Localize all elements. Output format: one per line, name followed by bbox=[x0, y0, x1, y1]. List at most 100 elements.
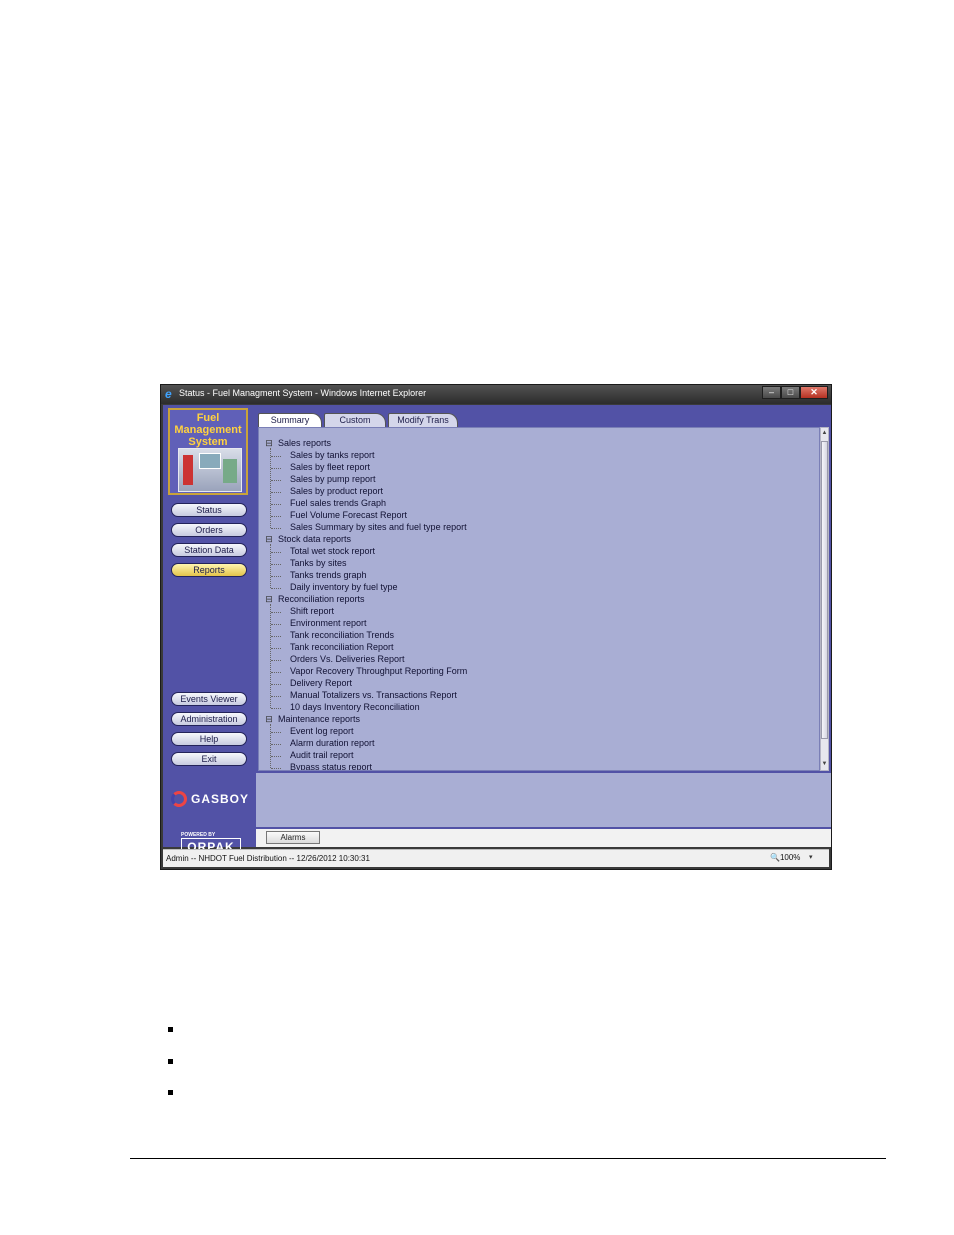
tree-branch-line bbox=[271, 516, 281, 517]
tree-connector-line bbox=[270, 724, 271, 768]
tree-report-item[interactable]: Tanks by sites bbox=[290, 558, 347, 569]
scroll-down-arrow-icon[interactable]: ▼ bbox=[821, 759, 828, 769]
screen-graphic bbox=[199, 453, 221, 469]
tree-report-item[interactable]: Manual Totalizers vs. Transactions Repor… bbox=[290, 690, 457, 701]
browser-window: e Status - Fuel Managment System - Windo… bbox=[160, 384, 832, 870]
bullet-marker bbox=[168, 1059, 173, 1064]
tree-report-item[interactable]: Alarm duration report bbox=[290, 738, 375, 749]
tree-branch-line bbox=[271, 504, 281, 505]
zoom-level[interactable]: 🔍100% bbox=[770, 853, 800, 862]
tree-report-item[interactable]: Environment report bbox=[290, 618, 367, 629]
tree-report-item[interactable]: Tank reconciliation Trends bbox=[290, 630, 394, 641]
events-viewer-button[interactable]: Events Viewer bbox=[171, 692, 247, 706]
collapse-toggle-icon[interactable]: ⊟ bbox=[265, 714, 273, 725]
logo-line-1: Fuel bbox=[196, 412, 220, 424]
tree-branch-line bbox=[271, 756, 281, 757]
tree-report-item[interactable]: Fuel sales trends Graph bbox=[290, 498, 386, 509]
logo-line-3: System bbox=[188, 436, 228, 448]
tree-branch-line bbox=[271, 744, 281, 745]
maximize-button[interactable]: □ bbox=[781, 386, 800, 399]
tree-branch-line bbox=[271, 636, 281, 637]
tree-report-item[interactable]: Event log report bbox=[290, 726, 354, 737]
tree-branch-line bbox=[271, 624, 281, 625]
tank-graphic bbox=[223, 459, 237, 483]
tree-branch-line bbox=[271, 660, 281, 661]
title-bar[interactable]: e Status - Fuel Managment System - Windo… bbox=[161, 385, 831, 404]
alarms-button[interactable]: Alarms bbox=[266, 831, 320, 844]
tree-report-item[interactable]: Sales by product report bbox=[290, 486, 383, 497]
zoom-dropdown-arrow-icon[interactable]: ▾ bbox=[809, 853, 813, 861]
status-bar: Admin -- NHDOT Fuel Distribution -- 12/2… bbox=[163, 849, 829, 867]
tree-report-item[interactable]: Delivery Report bbox=[290, 678, 352, 689]
nav-status-button[interactable]: Status bbox=[171, 503, 247, 517]
tree-branch-line bbox=[271, 552, 281, 553]
tree-branch-line bbox=[271, 480, 281, 481]
alarm-bar: Alarms bbox=[256, 829, 831, 847]
administration-button[interactable]: Administration bbox=[171, 712, 247, 726]
sidebar: Fuel Management System Status Orders Sta… bbox=[163, 405, 256, 856]
help-button[interactable]: Help bbox=[171, 732, 247, 746]
tree-report-item[interactable]: Bypass status report bbox=[290, 762, 372, 770]
tab-summary[interactable]: Summary bbox=[258, 413, 322, 427]
tree-branch-line bbox=[271, 492, 281, 493]
tree-branch-line bbox=[271, 684, 281, 685]
tree-branch-line bbox=[271, 564, 281, 565]
tree-group[interactable]: Reconciliation reports bbox=[278, 594, 365, 605]
minimize-button[interactable]: – bbox=[762, 386, 781, 399]
nav-reports-button[interactable]: Reports bbox=[171, 563, 247, 577]
tree-scrollbar[interactable]: ▲ ▼ bbox=[820, 427, 829, 771]
tree-group[interactable]: Sales reports bbox=[278, 438, 331, 449]
scroll-thumb[interactable] bbox=[821, 441, 828, 739]
scroll-up-arrow-icon[interactable]: ▲ bbox=[821, 428, 828, 438]
tree-branch-line bbox=[271, 456, 281, 457]
fms-logo: Fuel Management System bbox=[168, 408, 248, 495]
tree-branch-line bbox=[271, 648, 281, 649]
tree-branch-line bbox=[271, 468, 281, 469]
tree-connector-line bbox=[270, 544, 271, 588]
tree-branch-line bbox=[271, 588, 281, 589]
logo-line-2: Management bbox=[174, 424, 242, 436]
details-pane bbox=[256, 773, 831, 827]
gasboy-mark-icon bbox=[171, 791, 187, 807]
footer-rule bbox=[130, 1158, 886, 1159]
gasboy-wordmark: GASBOY bbox=[191, 792, 250, 806]
reports-tree: ⊟ Sales reports Sales by tanks report Sales… bbox=[258, 427, 820, 771]
tree-report-item[interactable]: Sales by fleet report bbox=[290, 462, 370, 473]
window-title: Status - Fuel Managment System - Windows… bbox=[179, 388, 427, 398]
tree-report-item[interactable]: Daily inventory by fuel type bbox=[290, 582, 398, 593]
tree-report-item[interactable]: Total wet stock report bbox=[290, 546, 375, 557]
collapse-toggle-icon[interactable]: ⊟ bbox=[265, 534, 273, 545]
tree-branch-line bbox=[271, 768, 281, 769]
tree-report-item[interactable]: Tanks trends graph bbox=[290, 570, 367, 581]
tree-branch-line bbox=[271, 708, 281, 709]
bullet-marker bbox=[168, 1027, 173, 1032]
collapse-toggle-icon[interactable]: ⊟ bbox=[265, 594, 273, 605]
tree-report-item[interactable]: Sales by pump report bbox=[290, 474, 376, 485]
tree-report-item[interactable]: Fuel Volume Forecast Report bbox=[290, 510, 407, 521]
fuel-station-illustration bbox=[178, 448, 242, 492]
tree-branch-line bbox=[271, 528, 281, 529]
ie-icon: e bbox=[165, 387, 172, 401]
tree-report-item[interactable]: Tank reconciliation Report bbox=[290, 642, 394, 653]
tree-report-item[interactable]: Sales Summary by sites and fuel type rep… bbox=[290, 522, 467, 533]
tree-report-item[interactable]: Audit trail report bbox=[290, 750, 354, 761]
tree-report-item[interactable]: Vapor Recovery Throughput Reporting Form bbox=[290, 666, 467, 677]
tab-custom[interactable]: Custom bbox=[324, 413, 386, 427]
tree-branch-line bbox=[271, 672, 281, 673]
nav-orders-button[interactable]: Orders bbox=[171, 523, 247, 537]
nav-station-data-button[interactable]: Station Data bbox=[171, 543, 247, 557]
tree-group[interactable]: Stock data reports bbox=[278, 534, 351, 545]
close-button[interactable]: ✕ bbox=[800, 386, 828, 399]
collapse-toggle-icon[interactable]: ⊟ bbox=[265, 438, 273, 449]
tree-report-item[interactable]: Sales by tanks report bbox=[290, 450, 375, 461]
tree-branch-line bbox=[271, 732, 281, 733]
tree-branch-line bbox=[271, 612, 281, 613]
tree-report-item[interactable]: Orders Vs. Deliveries Report bbox=[290, 654, 405, 665]
tree-group[interactable]: Maintenance reports bbox=[278, 714, 360, 725]
tree-branch-line bbox=[271, 696, 281, 697]
tree-report-item[interactable]: Shift report bbox=[290, 606, 334, 617]
status-text: Admin -- NHDOT Fuel Distribution -- 12/2… bbox=[166, 854, 370, 863]
tab-modify-trans[interactable]: Modify Trans bbox=[388, 413, 458, 427]
exit-button[interactable]: Exit bbox=[171, 752, 247, 766]
tree-report-item[interactable]: 10 days Inventory Reconciliation bbox=[290, 702, 420, 713]
